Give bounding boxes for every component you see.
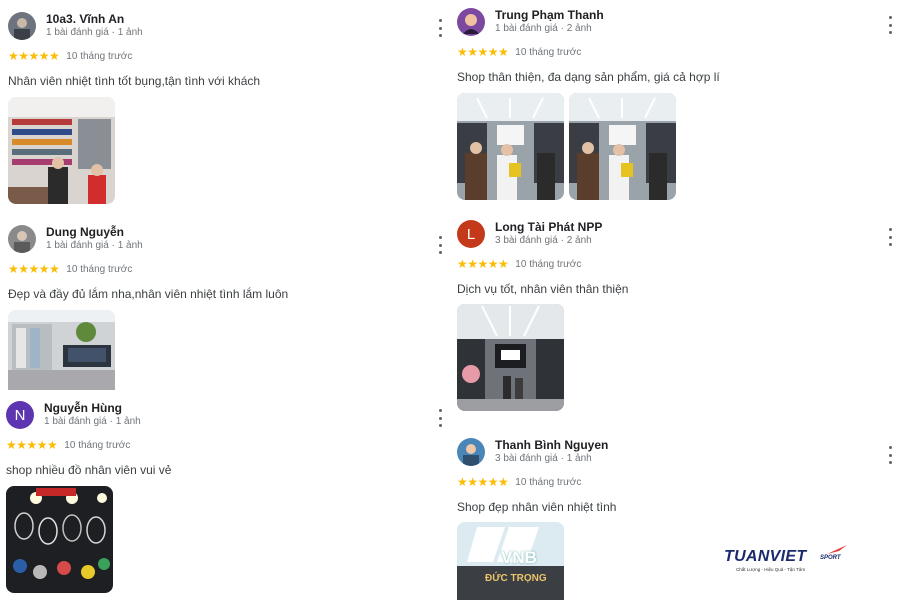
store-interior-photo[interactable] <box>457 93 564 200</box>
reviewer-meta: 3 bài đánh giá · 1 ảnh <box>495 453 592 464</box>
shoe-shelves-photo[interactable] <box>8 97 115 204</box>
more-options-button[interactable] <box>436 17 444 39</box>
review-date: 10 tháng trước <box>66 263 133 275</box>
rating-row: ★★★★★ 10 tháng trước <box>457 45 581 59</box>
review-date: 10 tháng trước <box>66 50 133 62</box>
review-date: 10 tháng trước <box>64 439 131 451</box>
storefront-brand: VNB <box>501 548 537 567</box>
rating-row: ★★★★★ 10 tháng trước <box>8 49 132 63</box>
vnb-storefront-photo[interactable]: VNB ĐỨC TRỌNG <box>457 522 564 600</box>
review-text: Dịch vụ tốt, nhân viên thân thiện <box>457 282 629 296</box>
star-rating: ★★★★★ <box>457 257 509 271</box>
review-date: 10 tháng trước <box>515 46 582 58</box>
reviewer-name[interactable]: 10a3. Vĩnh An <box>46 12 124 26</box>
reviewer-meta: 1 bài đánh giá · 1 ảnh <box>46 27 143 38</box>
rating-row: ★★★★★ 10 tháng trước <box>457 257 581 271</box>
reviewer-meta: 1 bài đánh giá · 2 ảnh <box>495 23 592 34</box>
reviewer-name[interactable]: Nguyễn Hùng <box>44 401 122 415</box>
avatar[interactable] <box>457 8 485 36</box>
review-text: Đẹp và đầy đủ lắm nha,nhân viên nhiệt tì… <box>8 287 289 301</box>
star-rating: ★★★★★ <box>8 49 60 63</box>
more-options-button[interactable] <box>886 14 894 36</box>
star-rating: ★★★★★ <box>457 45 509 59</box>
logo-swoosh-icon <box>827 545 847 554</box>
star-rating: ★★★★★ <box>8 262 60 276</box>
tuanviet-sport-logo: TUANVIET SPORT Chất Lượng - Hiệu Quả - T… <box>724 544 854 576</box>
rating-row: ★★★★★ 10 tháng trước <box>8 262 132 276</box>
avatar[interactable] <box>8 225 36 253</box>
review-date: 10 tháng trước <box>515 476 582 488</box>
more-options-button[interactable] <box>436 407 444 429</box>
reviewer-name[interactable]: Dung Nguyễn <box>46 225 124 239</box>
store-interior-photo[interactable] <box>569 93 676 200</box>
review-text: Shop thân thiện, đa dạng sản phẩm, giá c… <box>457 70 720 84</box>
rating-row: ★★★★★ 10 tháng trước <box>457 475 581 489</box>
racket-display-photo[interactable] <box>6 486 113 593</box>
rating-row: ★★★★★ 10 tháng trước <box>6 438 130 452</box>
review-date: 10 tháng trước <box>515 258 582 270</box>
reviewer-meta: 1 bài đánh giá · 1 ảnh <box>44 416 141 427</box>
reviewer-name[interactable]: Thanh Bình Nguyen <box>495 438 608 452</box>
reviewer-meta: 3 bài đánh giá · 2 ảnh <box>495 235 592 246</box>
avatar[interactable] <box>8 12 36 40</box>
reviewer-name[interactable]: Long Tài Phát NPP <box>495 220 602 234</box>
logo-tagline: Chất Lượng - Hiệu Quả - Tận Tâm <box>736 567 806 572</box>
reviewer-meta: 1 bài đánh giá · 1 ảnh <box>46 240 143 251</box>
store-aisle-photo[interactable] <box>457 304 564 411</box>
logo-wordmark: TUANVIET <box>724 548 807 565</box>
star-rating: ★★★★★ <box>6 438 58 452</box>
avatar[interactable]: L <box>457 220 485 248</box>
avatar[interactable] <box>457 438 485 466</box>
storefront-location: ĐỨC TRỌNG <box>485 573 547 584</box>
more-options-button[interactable] <box>886 444 894 466</box>
review-text: shop nhiều đồ nhân viên vui vẻ <box>6 463 172 477</box>
avatar[interactable]: N <box>6 401 34 429</box>
more-options-button[interactable] <box>886 226 894 248</box>
merchandise-wall-photo[interactable] <box>8 310 115 390</box>
review-text: Nhân viên nhiệt tình tốt bụng,tận tình v… <box>8 74 261 88</box>
star-rating: ★★★★★ <box>457 475 509 489</box>
review-text: Shop đẹp nhân viên nhiệt tình <box>457 500 617 514</box>
reviewer-name[interactable]: Trung Phạm Thanh <box>495 8 604 22</box>
more-options-button[interactable] <box>436 234 444 256</box>
